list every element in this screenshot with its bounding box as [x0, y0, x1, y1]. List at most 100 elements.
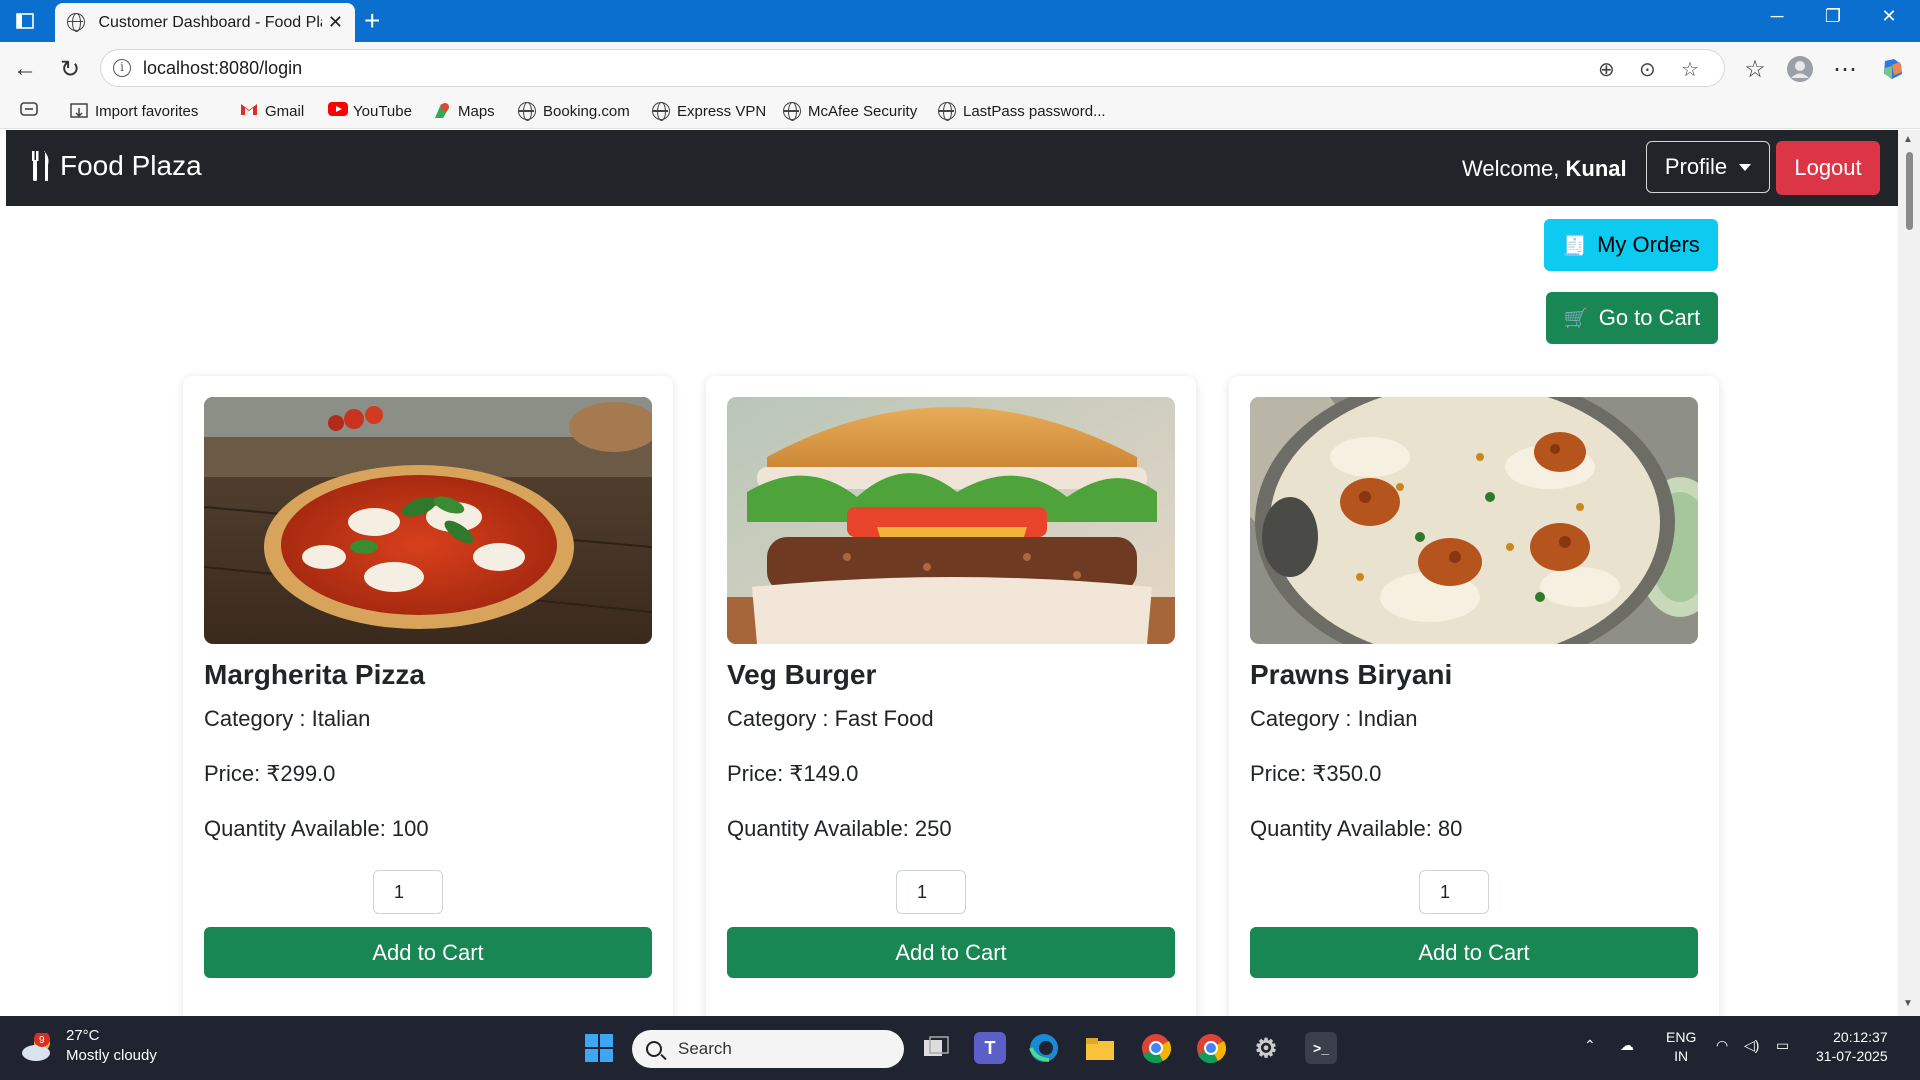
user-name: Kunal — [1565, 156, 1627, 181]
fork-knife-icon — [30, 151, 52, 181]
minimize-icon[interactable]: ─ — [1762, 6, 1792, 27]
product-price: Price: ₹350.0 — [1250, 761, 1382, 786]
scrollbar-thumb[interactable] — [1906, 152, 1913, 230]
cart-icon: 🛒 — [1563, 307, 1589, 330]
scroll-up-icon[interactable]: ▲ — [1903, 134, 1913, 145]
volume-icon[interactable]: ◁) — [1744, 1036, 1759, 1055]
logout-button[interactable]: Logout — [1776, 141, 1880, 195]
logout-label: Logout — [1794, 155, 1862, 180]
product-card: Veg Burger Category : Fast Food Price: ₹… — [706, 376, 1196, 1016]
favorite-lastpass[interactable]: LastPass password... — [938, 102, 1106, 121]
page-viewport: Food Plaza Welcome, Kunal Profile Logout… — [0, 130, 1920, 1016]
favorite-label: McAfee Security — [808, 102, 918, 120]
favorite-mcafee[interactable]: McAfee Security — [783, 102, 918, 121]
language-indicator[interactable]: ENG IN — [1666, 1028, 1696, 1066]
new-tab-icon[interactable]: + — [364, 5, 380, 37]
product-quantity: Quantity Available: 80 — [1250, 816, 1463, 841]
import-icon — [70, 102, 88, 120]
refresh-icon[interactable]: ↻ — [55, 54, 85, 84]
search-icon — [646, 1041, 662, 1057]
welcome-text: Welcome, Kunal — [1462, 156, 1627, 182]
brand-name: Food Plaza — [60, 150, 202, 181]
task-view-icon[interactable] — [920, 1032, 952, 1064]
url-text[interactable]: localhost:8080/login — [143, 58, 302, 79]
scroll-down-icon[interactable]: ▼ — [1903, 998, 1913, 1009]
weather-condition: Mostly cloudy — [66, 1047, 157, 1064]
restore-icon[interactable]: ❐ — [1818, 6, 1848, 27]
close-window-icon[interactable]: ✕ — [1874, 6, 1904, 27]
address-bar[interactable]: i localhost:8080/login ⊕ ⊙ ☆ — [100, 49, 1725, 87]
favorite-expressvpn[interactable]: Express VPN — [652, 102, 767, 121]
favorite-import[interactable]: Import favorites — [70, 102, 198, 120]
favorite-maps[interactable]: Maps — [433, 102, 495, 120]
add-to-cart-button[interactable]: Add to Cart — [727, 927, 1175, 978]
favorites-icon[interactable]: ☆ — [1740, 54, 1770, 84]
my-orders-label: My Orders — [1597, 232, 1700, 257]
address-bar-row: ← ↻ i localhost:8080/login ⊕ ⊙ ☆ ☆ ⋯ — [0, 42, 1920, 95]
teams-icon[interactable]: T — [974, 1032, 1006, 1064]
favorite-gmail[interactable]: Gmail — [240, 102, 304, 120]
profile-label: Profile — [1664, 154, 1728, 179]
product-category: Category : Italian — [204, 706, 371, 731]
my-orders-button[interactable]: 🧾 My Orders — [1544, 219, 1718, 271]
page-scrollbar[interactable]: ▲ ▼ — [1898, 130, 1920, 1016]
favorites-bar: Import favorites Gmail YouTube Maps Book… — [0, 95, 1920, 129]
favorite-booking[interactable]: Booking.com — [518, 102, 630, 121]
start-windows-icon[interactable] — [583, 1032, 615, 1064]
favorite-label: Booking.com — [543, 102, 630, 120]
chrome-profile-icon[interactable] — [1195, 1032, 1227, 1064]
file-explorer-icon[interactable] — [1084, 1032, 1116, 1064]
onedrive-cloud-icon[interactable]: ☁ — [1620, 1036, 1634, 1055]
favorite-youtube[interactable]: YouTube — [328, 102, 412, 120]
profile-avatar-icon[interactable] — [1785, 54, 1815, 84]
favorite-label: Gmail — [265, 102, 305, 120]
favorite-label: Import favorites — [95, 102, 199, 120]
quantity-input[interactable]: 1 — [1419, 870, 1489, 914]
chrome-icon[interactable] — [1140, 1032, 1172, 1064]
show-hidden-icons[interactable]: ⌃ — [1584, 1036, 1596, 1055]
browser-tab[interactable]: Customer Dashboard - Food Plaza ✕ — [55, 3, 355, 42]
add-to-cart-label: Add to Cart — [1418, 939, 1530, 965]
add-to-cart-button[interactable]: Add to Cart — [1250, 927, 1698, 978]
caret-down-icon — [1739, 163, 1752, 171]
wifi-icon[interactable]: ◠ — [1716, 1036, 1728, 1055]
site-info-icon[interactable]: i — [113, 59, 131, 77]
product-card: Margherita Pizza Category : Italian Pric… — [183, 376, 673, 1016]
clock[interactable]: 20:12:37 31-07-2025 — [1816, 1028, 1888, 1066]
quantity-input[interactable]: 1 — [896, 870, 966, 914]
edge-icon[interactable] — [1028, 1032, 1060, 1064]
zoom-icon[interactable]: ⊕ — [1598, 57, 1615, 82]
favorite-label: YouTube — [353, 102, 412, 120]
back-icon[interactable]: ← — [10, 54, 40, 84]
youtube-icon — [328, 102, 348, 120]
terminal-icon[interactable]: >_ — [1305, 1032, 1337, 1064]
product-name: Prawns Biryani — [1250, 659, 1453, 690]
copilot-icon[interactable] — [1878, 54, 1908, 84]
tab-globe-icon — [67, 12, 86, 33]
language-code: ENG — [1666, 1029, 1697, 1045]
battery-icon[interactable]: ▭ — [1776, 1036, 1789, 1055]
product-name: Margherita Pizza — [204, 659, 425, 690]
taskbar-search[interactable]: Search — [632, 1030, 904, 1068]
cloudy-weather-icon: 9 — [20, 1031, 56, 1061]
pizza-image — [204, 397, 652, 644]
product-quantity: Quantity Available: 100 — [204, 816, 429, 841]
read-aloud-icon[interactable]: ⊙ — [1639, 57, 1656, 82]
tab-actions-icon[interactable] — [12, 9, 38, 33]
quantity-input[interactable]: 1 — [373, 870, 443, 914]
favorite-star-icon[interactable]: ☆ — [1681, 57, 1699, 82]
settings-gear-icon[interactable]: ⚙ — [1250, 1032, 1282, 1064]
profile-dropdown-button[interactable]: Profile — [1646, 141, 1770, 193]
sidebar-toggle-icon[interactable] — [20, 102, 38, 116]
go-to-cart-label: Go to Cart — [1598, 305, 1701, 330]
add-to-cart-button[interactable]: Add to Cart — [204, 927, 652, 978]
windows-taskbar: 9 27°C Mostly cloudy Search T ⚙ >_ ⌃ ☁ E… — [0, 1016, 1920, 1080]
site-brand[interactable]: Food Plaza — [30, 150, 202, 182]
weather-badge: 9 — [39, 1035, 45, 1046]
go-to-cart-button[interactable]: 🛒 Go to Cart — [1546, 292, 1718, 344]
more-menu-icon[interactable]: ⋯ — [1830, 54, 1860, 84]
temperature: 27°C — [66, 1027, 100, 1044]
favorite-label: Express VPN — [677, 102, 767, 120]
weather-widget[interactable]: 9 27°C Mostly cloudy — [20, 1026, 157, 1066]
tab-close-icon[interactable]: ✕ — [328, 12, 343, 33]
